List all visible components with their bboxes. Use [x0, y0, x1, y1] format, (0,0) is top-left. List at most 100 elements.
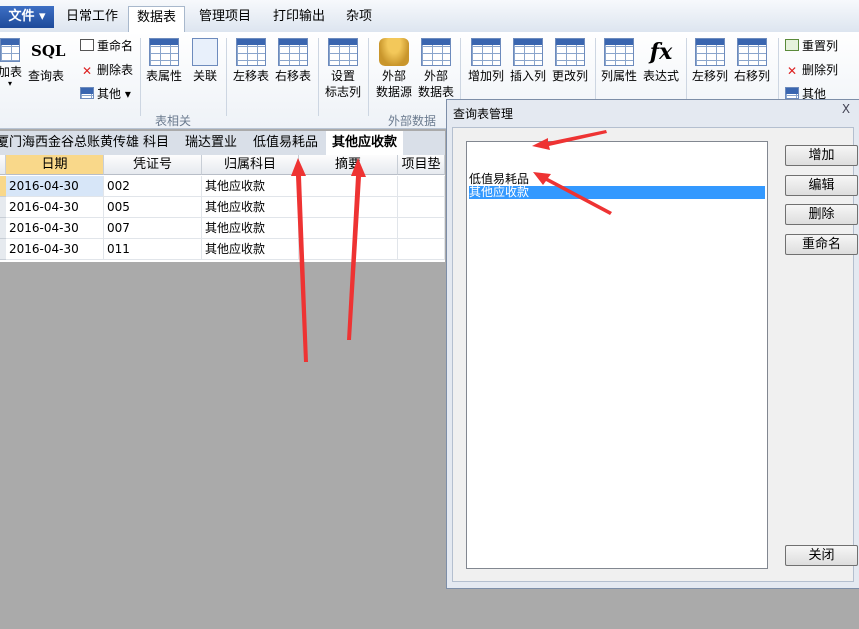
- delete-table-label: 删除表: [97, 63, 134, 77]
- cell-project[interactable]: [398, 176, 445, 197]
- list-item-receivable[interactable]: 其他应收款: [469, 186, 765, 199]
- cell-subject[interactable]: 其他应收款: [202, 218, 299, 239]
- cell-date[interactable]: 2016-04-30: [6, 197, 104, 218]
- other-button[interactable]: 其他 ▾: [80, 85, 131, 103]
- query-table-manager-dialog: 查询表管理 X 低值易耗品 其他应收款 增加 编辑 删除 重命名 关闭: [446, 99, 859, 589]
- cell-summary[interactable]: [299, 218, 398, 239]
- cell-subject[interactable]: 其他应收款: [202, 176, 299, 197]
- cell-project[interactable]: [398, 239, 445, 260]
- cell-subject[interactable]: 其他应收款: [202, 239, 299, 260]
- database-icon: [379, 38, 409, 66]
- cell-summary[interactable]: [299, 176, 398, 197]
- expression-button[interactable]: fx 表达式: [641, 38, 681, 84]
- move-col-left-icon: [695, 38, 725, 66]
- cell-summary[interactable]: [299, 239, 398, 260]
- delete-table-button[interactable]: ✕ 删除表: [80, 61, 133, 79]
- change-col-button[interactable]: 更改列: [550, 38, 590, 84]
- ribbon-separator: [226, 38, 227, 116]
- query-table-list[interactable]: 低值易耗品 其他应收款: [466, 141, 768, 569]
- table-row[interactable]: 2016-04-30 002 其他应收款: [0, 176, 445, 197]
- move-col-right-icon: [737, 38, 767, 66]
- external-table-label-1: 外部: [423, 69, 448, 83]
- cell-summary[interactable]: [299, 197, 398, 218]
- tab-misc[interactable]: 杂项: [338, 6, 380, 28]
- rename-button[interactable]: 重命名: [80, 37, 133, 55]
- delete-table-icon: ✕: [81, 64, 93, 78]
- add-table-button[interactable]: 加表 ▾: [0, 38, 24, 88]
- tab-data-table[interactable]: 数据表: [128, 6, 186, 32]
- relate-button[interactable]: 关联: [188, 38, 222, 84]
- move-table-right-button[interactable]: 右移表: [273, 38, 313, 84]
- fx-icon: fx: [649, 39, 673, 65]
- move-right-icon: [278, 38, 308, 66]
- group-label-external: 外部数据: [388, 114, 437, 128]
- sheet-tab-ruida[interactable]: 瑞达置业: [185, 131, 237, 155]
- move-col-left-label: 左移列: [691, 69, 728, 83]
- set-flag-col-label-1: 设置: [330, 69, 355, 83]
- external-table-label-2: 数据表: [417, 85, 454, 99]
- set-flag-col-button[interactable]: 设置 标志列: [321, 38, 365, 100]
- delete-button[interactable]: 删除: [785, 204, 858, 225]
- column-header-voucher[interactable]: 凭证号: [104, 155, 202, 175]
- external-source-label-1: 外部: [381, 69, 406, 83]
- sheet-tab-ledger[interactable]: 厦门海西金谷总账黄传雄: [0, 131, 139, 155]
- ribbon-separator: [140, 38, 141, 116]
- edit-button[interactable]: 编辑: [785, 175, 858, 196]
- cell-voucher[interactable]: 011: [104, 239, 202, 260]
- menu-bar: 文件 ▾ 日常工作 数据表 管理项目 打印输出 杂项: [0, 0, 859, 32]
- query-table-label: 查询表: [27, 69, 64, 83]
- tab-print-output[interactable]: 打印输出: [265, 6, 333, 28]
- column-header-subject[interactable]: 归属科目: [202, 155, 299, 175]
- sheet-tab-receivable[interactable]: 其他应收款: [326, 131, 404, 155]
- table-row[interactable]: 2016-04-30 005 其他应收款: [0, 197, 445, 218]
- reset-col-button[interactable]: 重置列: [785, 37, 838, 55]
- external-source-button[interactable]: 外部 数据源: [373, 38, 415, 100]
- relate-icon: [192, 38, 218, 66]
- table-row[interactable]: 2016-04-30 007 其他应收款: [0, 218, 445, 239]
- cell-project[interactable]: [398, 197, 445, 218]
- table-props-button[interactable]: 表属性: [144, 38, 184, 84]
- set-flag-icon: [328, 38, 358, 66]
- tab-manage-project[interactable]: 管理项目: [191, 6, 259, 28]
- table-row[interactable]: 2016-04-30 011 其他应收款: [0, 239, 445, 260]
- column-header-date[interactable]: 日期: [6, 155, 104, 175]
- file-menu-button[interactable]: 文件 ▾: [0, 6, 54, 28]
- cell-date[interactable]: 2016-04-30: [6, 239, 104, 260]
- delete-col-button[interactable]: ✕ 删除列: [785, 61, 838, 79]
- cell-date[interactable]: 2016-04-30: [6, 218, 104, 239]
- cell-voucher[interactable]: 007: [104, 218, 202, 239]
- group-label-table: 表相关: [155, 114, 192, 128]
- tab-daily-work[interactable]: 日常工作: [58, 6, 126, 28]
- other-label: 其他: [97, 87, 122, 101]
- move-col-right-button[interactable]: 右移列: [732, 38, 772, 84]
- move-col-left-button[interactable]: 左移列: [690, 38, 730, 84]
- cell-voucher[interactable]: 005: [104, 197, 202, 218]
- file-menu-label: 文件: [8, 9, 35, 24]
- cell-voucher[interactable]: 002: [104, 176, 202, 197]
- external-table-button[interactable]: 外部 数据表: [416, 38, 456, 100]
- query-table-button[interactable]: SQL 查询表: [25, 38, 67, 84]
- close-button[interactable]: 关闭: [785, 545, 858, 566]
- insert-col-button[interactable]: 插入列: [508, 38, 548, 84]
- external-table-icon: [421, 38, 451, 66]
- column-header-summary[interactable]: 摘要: [299, 155, 398, 175]
- add-col-icon: [471, 38, 501, 66]
- cell-subject[interactable]: 其他应收款: [202, 197, 299, 218]
- data-grid[interactable]: 日期 凭证号 归属科目 摘要 项目垫 2016-04-30 002 其他应收款 …: [0, 155, 445, 262]
- cell-project[interactable]: [398, 218, 445, 239]
- move-col-right-label: 右移列: [733, 69, 770, 83]
- add-button[interactable]: 增加: [785, 145, 858, 166]
- column-header-project[interactable]: 项目垫: [398, 155, 445, 175]
- col-props-button[interactable]: 列属性: [599, 38, 639, 84]
- rename-query-button[interactable]: 重命名: [785, 234, 858, 255]
- add-col-button[interactable]: 增加列: [466, 38, 506, 84]
- sheet-tab-low-value[interactable]: 低值易耗品: [253, 131, 318, 155]
- move-table-left-label: 左移表: [232, 69, 269, 83]
- move-table-left-button[interactable]: 左移表: [231, 38, 271, 84]
- cell-date[interactable]: 2016-04-30: [6, 176, 104, 197]
- dialog-close-icon[interactable]: X: [833, 100, 859, 118]
- sheet-tab-subject[interactable]: 科目: [143, 131, 169, 155]
- expression-label: 表达式: [642, 69, 679, 83]
- relate-label: 关联: [192, 69, 217, 83]
- ribbon-separator: [368, 38, 369, 116]
